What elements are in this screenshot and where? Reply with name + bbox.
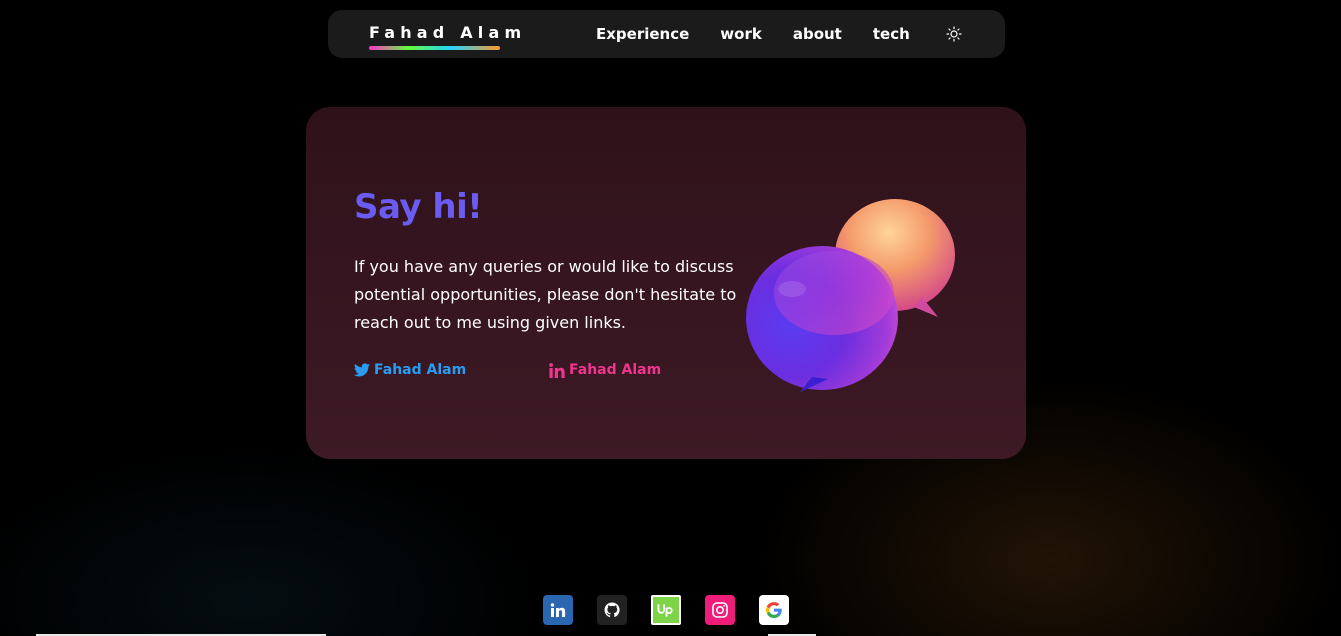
nav-link-experience[interactable]: Experience [596, 25, 689, 43]
page: Fahad Alam Experience work about tech Sa… [0, 0, 1341, 636]
linkedin-link[interactable]: Fahad Alam [549, 362, 661, 378]
twitter-link-label: Fahad Alam [374, 362, 467, 378]
linkedin-icon [549, 362, 565, 378]
footer-github-button[interactable] [597, 595, 627, 625]
contact-description: If you have any queries or would like to… [354, 257, 737, 332]
footer-social-links [543, 595, 789, 625]
contact-card: Say hi! If you have any queries or would… [306, 107, 1026, 459]
linkedin-link-label: Fahad Alam [569, 362, 662, 378]
instagram-icon [712, 602, 728, 618]
nav-links: Experience work about tech [596, 10, 941, 58]
chat-bubbles-illustration [746, 199, 955, 392]
footer-instagram-button[interactable] [705, 595, 735, 625]
nav-link-about[interactable]: about [793, 25, 842, 43]
twitter-icon [354, 363, 370, 377]
upwork-icon [657, 604, 673, 617]
footer-upwork-button[interactable] [651, 595, 681, 625]
linkedin-icon [550, 603, 566, 617]
footer-google-button[interactable] [759, 595, 789, 625]
theme-toggle-button[interactable] [946, 26, 962, 42]
sun-icon [946, 26, 962, 42]
nav-link-tech[interactable]: tech [873, 25, 910, 43]
contact-title: Say hi! [354, 187, 483, 227]
footer-linkedin-button[interactable] [543, 595, 573, 625]
github-icon [604, 602, 620, 618]
nav-link-work[interactable]: work [720, 25, 762, 43]
google-icon [766, 602, 782, 618]
navbar: Fahad Alam Experience work about tech [328, 10, 1005, 58]
brand-logo[interactable]: Fahad Alam [369, 23, 526, 42]
twitter-link[interactable]: Fahad Alam [354, 362, 466, 378]
brand-underline [369, 46, 500, 50]
